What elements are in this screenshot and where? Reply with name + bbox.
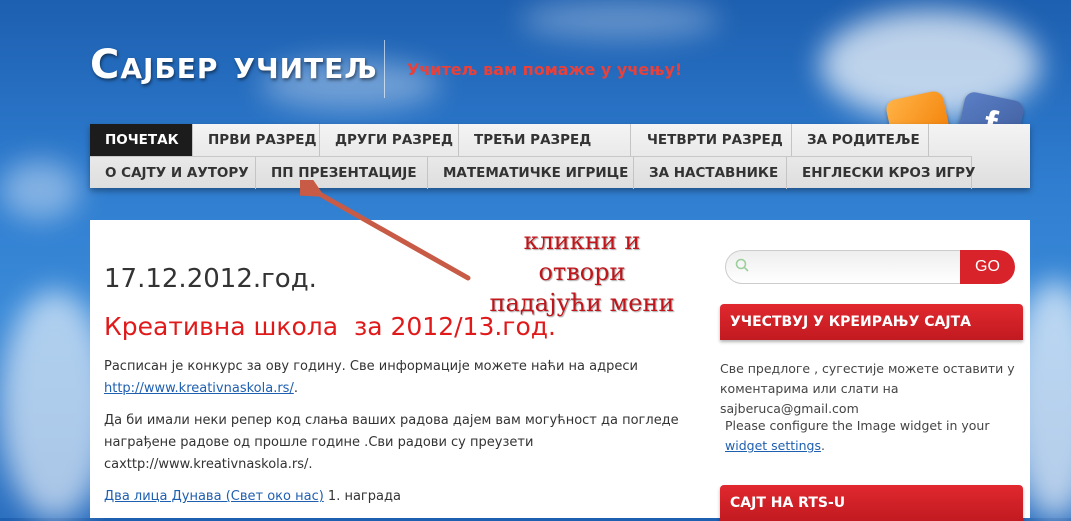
nav-item-about[interactable]: О САЈТУ И АУТОРУ (90, 157, 256, 189)
nav-item-first-grade[interactable]: ПРВИ РАЗРЕД (193, 124, 320, 156)
post-paragraph: Два лица Дунава (Свет око нас) 1. наград… (104, 486, 684, 508)
nav-item-third-grade[interactable]: ТРЕЋИ РАЗРЕД (459, 124, 631, 156)
title-divider (384, 40, 385, 98)
main-navigation: ПОЧЕТАК ПРВИ РАЗРЕД ДРУГИ РАЗРЕД ТРЕЋИ Р… (90, 124, 1030, 189)
go-button[interactable]: GO (960, 250, 1015, 284)
post-paragraph: Расписан је конкурс за ову годину. Све и… (104, 356, 684, 400)
nav-item-fourth-grade[interactable]: ЧЕТВРТИ РАЗРЕД (631, 124, 792, 156)
search-icon (735, 258, 749, 272)
annotation-line: кликни и (523, 227, 641, 255)
paragraph-end: . (293, 381, 298, 396)
image-widget-notice: Please configure the Image widget in you… (725, 416, 1028, 456)
widget-title: УЧЕСТВУЈ У КРЕИРАЊУ САЈТА (720, 304, 1023, 340)
award-link[interactable]: Два лица Дунава (Свет око нас) (104, 489, 324, 504)
annotation-arrow-icon (300, 180, 471, 281)
search-form: GO (725, 250, 1015, 284)
search-input[interactable] (725, 250, 961, 284)
nav-item-english-games[interactable]: ЕНГЛЕСКИ КРОЗ ИГРУ (787, 157, 975, 189)
site-tagline: Учитељ вам помаже у учењу! (407, 60, 683, 79)
annotation-line: отвори (538, 258, 626, 286)
nav-item-home[interactable]: ПОЧЕТАК (90, 124, 193, 156)
widget-text: Све предлоге , сугестије можете оставити… (720, 361, 1015, 416)
cloud (520, 0, 720, 40)
award-text: 1. награда (323, 489, 401, 504)
post-paragraph: Да би имали неки репер код слања ваших р… (104, 413, 679, 472)
annotation-text: кликни и отвори падајући мени (472, 226, 692, 319)
nav-row-2: О САЈТУ И АУТОРУ ПП ПРЕЗЕНТАЦИЈЕ МАТЕМАТ… (90, 156, 975, 189)
nav-item-second-grade[interactable]: ДРУГИ РАЗРЕД (320, 124, 459, 156)
notice-end: . (820, 438, 825, 453)
site-title[interactable]: Сајбер учитељ (90, 42, 378, 88)
nav-row-1: ПОЧЕТАК ПРВИ РАЗРЕД ДРУГИ РАЗРЕД ТРЕЋИ Р… (90, 124, 929, 156)
annotation-line: падајући мени (489, 289, 675, 317)
paragraph-text: Расписан је конкурс за ову годину. Све и… (104, 359, 638, 374)
kreativnaskola-link[interactable]: http://www.kreativnaskola.rs/ (104, 381, 294, 396)
nav-item-for-parents[interactable]: ЗА РОДИТЕЉЕ (792, 124, 929, 156)
widget-settings-link[interactable]: widget settings (725, 438, 821, 453)
cloud (0, 160, 80, 220)
widget-title: САЈТ НА RTS-U (720, 485, 1023, 521)
post-date: 17.12.2012.год. (104, 264, 317, 294)
notice-text: Please configure the Image widget in you… (725, 418, 990, 433)
nav-item-for-teachers[interactable]: ЗА НАСТАВНИКЕ (634, 157, 787, 189)
